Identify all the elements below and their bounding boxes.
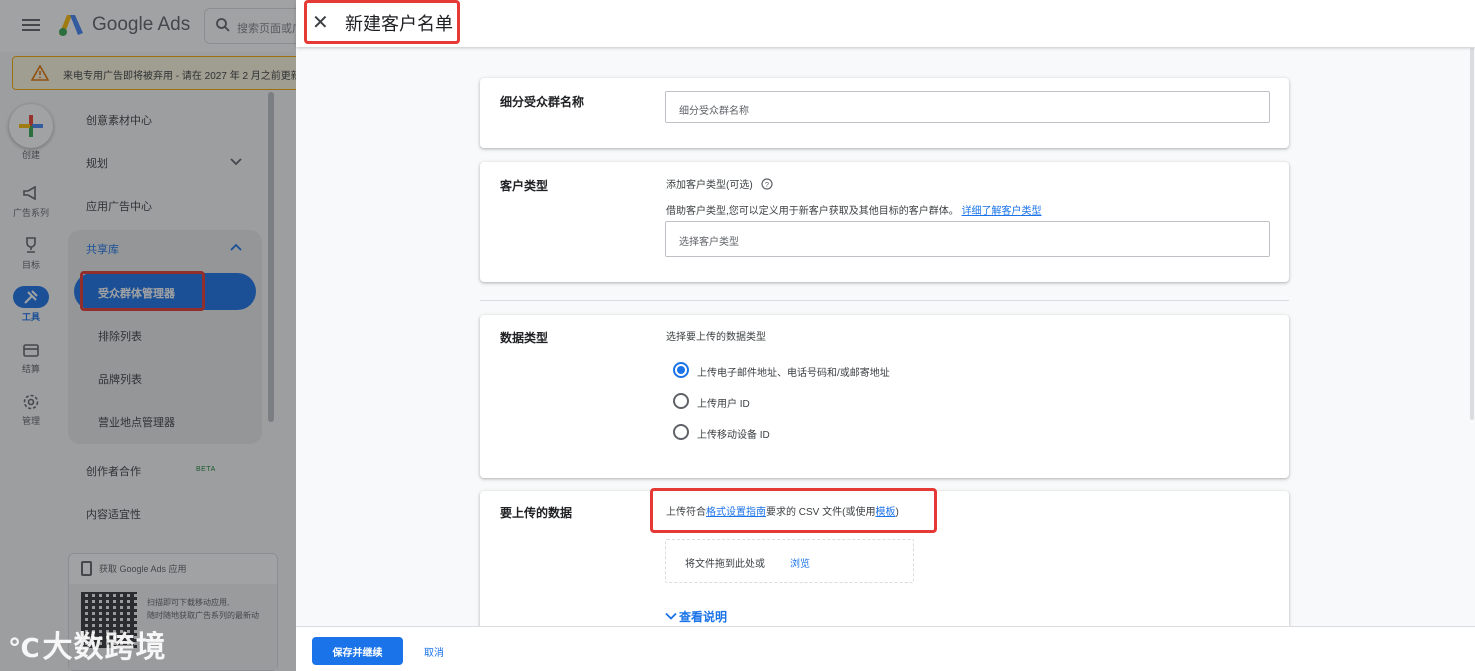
chevron-down-icon — [665, 612, 677, 620]
radio-unselected[interactable] — [673, 393, 689, 409]
panel-footer: 保存并继续 取消 — [296, 626, 1475, 671]
customer-type-select[interactable]: 选择客户类型 — [665, 221, 1270, 257]
watermark-logo-icon: ℃ — [8, 633, 41, 663]
highlight-frame-upload — [650, 488, 937, 533]
panel-header: ✕ 新建客户名单 — [296, 0, 1475, 47]
segment-name-card: 细分受众群名称 细分受众群名称 — [480, 78, 1289, 148]
cancel-button[interactable]: 取消 — [414, 637, 454, 665]
learn-more-link[interactable]: 详细了解客户类型 — [962, 206, 1042, 217]
customer-type-desc-text: 借助客户类型,您可以定义用于新客户获取及其他目标的客户群体。 — [666, 206, 959, 217]
browse-link[interactable]: 浏览 — [790, 555, 810, 570]
data-type-subtitle: 选择要上传的数据类型 — [666, 332, 766, 343]
view-instructions-label: 查看说明 — [679, 610, 728, 624]
customer-type-card: 客户类型 添加客户类型(可选) ? 借助客户类型,您可以定义用于新客户获取及其他… — [480, 162, 1289, 282]
new-customer-list-panel: ✕ 新建客户名单 细分受众群名称 细分受众群名称 客户类型 添加客户类型(可选)… — [296, 0, 1475, 671]
customer-type-subtitle-text: 添加客户类型(可选) — [666, 180, 753, 191]
data-type-label: 数据类型 — [500, 331, 549, 345]
file-dropzone[interactable]: 将文件拖到此处或 浏览 — [665, 539, 914, 583]
customer-type-placeholder: 选择客户类型 — [679, 237, 739, 248]
customer-type-description: 借助客户类型,您可以定义用于新客户获取及其他目标的客户群体。 详细了解客户类型 — [666, 202, 1042, 217]
svg-text:?: ? — [765, 180, 769, 189]
watermark: ℃大数跨境 — [8, 622, 166, 666]
background-app: Google Ads 搜索页面或广 来电专用广告即将被弃用 - 请在 2027 … — [0, 0, 296, 671]
watermark-text: 大数跨境 — [42, 631, 167, 664]
upload-data-label: 要上传的数据 — [500, 506, 573, 520]
customer-type-subtitle: 添加客户类型(可选) ? — [666, 176, 774, 191]
section-divider — [480, 300, 1289, 301]
radio-unselected[interactable] — [673, 424, 689, 440]
radio-label: 上传用户 ID — [697, 399, 750, 410]
dropzone-text: 将文件拖到此处或 — [685, 559, 765, 570]
panel-scrollbar[interactable] — [1470, 48, 1474, 420]
view-instructions-toggle[interactable]: 查看说明 — [665, 608, 727, 625]
highlight-frame-title — [304, 0, 460, 44]
customer-type-label: 客户类型 — [500, 179, 549, 193]
radio-label: 上传电子邮件地址、电话号码和/或邮寄地址 — [697, 368, 890, 379]
segment-name-placeholder: 细分受众群名称 — [679, 106, 749, 117]
radio-selected[interactable] — [673, 362, 689, 378]
upload-data-card: 要上传的数据 上传符合格式设置指南要求的 CSV 文件(或使用模板) 将文件拖到… — [480, 488, 1289, 626]
segment-name-input[interactable]: 细分受众群名称 — [665, 91, 1270, 123]
segment-name-label: 细分受众群名称 — [500, 95, 585, 109]
radio-label: 上传移动设备 ID — [697, 430, 770, 441]
modal-scrim[interactable] — [0, 0, 296, 671]
data-type-card: 数据类型 选择要上传的数据类型 上传电子邮件地址、电话号码和/或邮寄地址 上传用… — [480, 315, 1289, 478]
save-continue-button[interactable]: 保存并继续 — [312, 637, 403, 665]
help-icon[interactable]: ? — [761, 178, 774, 190]
